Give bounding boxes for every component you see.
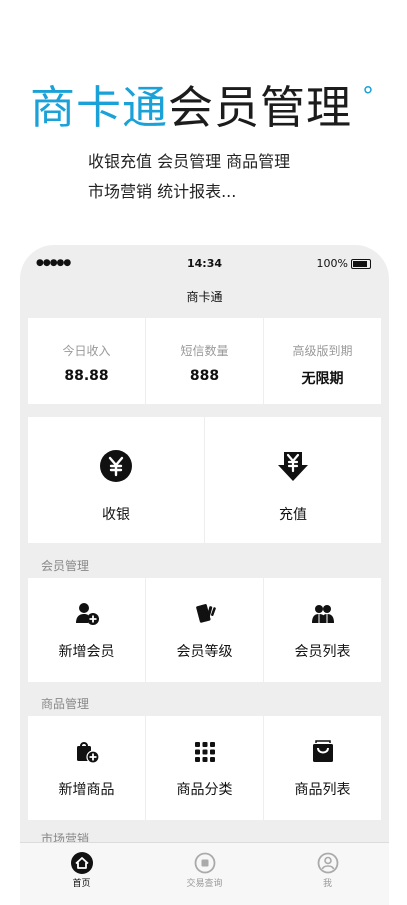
stat-value: 888 — [189, 368, 220, 384]
users-icon — [311, 605, 334, 623]
status-bar: ●●●●● 14:34 100% — [20, 257, 389, 273]
headline-rest: 会员管理 — [168, 81, 353, 134]
home-icon — [70, 852, 93, 874]
member-list-label: 会员列表 — [294, 644, 351, 660]
cashier-button[interactable]: 收银 — [28, 417, 204, 543]
battery-status: 100% — [317, 257, 371, 270]
box-icon — [312, 740, 333, 762]
tagline-1: 收银充值 会员管理 商品管理 — [88, 152, 291, 171]
main-actions: 收银 充值 — [28, 417, 381, 543]
add-goods-button[interactable]: 新增商品 — [28, 716, 145, 820]
add-member-button[interactable]: 新增会员 — [28, 578, 145, 682]
stat-expiry[interactable]: 高级版到期 无限期 — [264, 318, 381, 404]
stat-income[interactable]: 今日收入 88.88 — [28, 318, 145, 404]
stat-value: 无限期 — [301, 371, 344, 387]
add-bag-icon — [76, 742, 99, 764]
member-level-label: 会员等级 — [176, 644, 233, 660]
battery-percent: 100% — [316, 257, 348, 270]
profile-icon — [317, 852, 338, 874]
stat-label: 短信数量 — [180, 344, 229, 358]
tab-me[interactable]: 我 — [266, 843, 389, 905]
yen-down-arrow-icon — [278, 452, 308, 481]
cashier-label: 收银 — [102, 507, 130, 523]
stats-row: 今日收入 88.88 短信数量 888 高级版到期 无限期 — [28, 318, 381, 404]
tab-bar: 首页 交易查询 我 — [20, 842, 389, 905]
yen-circle-icon — [100, 450, 132, 482]
promo-headline: 商卡通会员管理 ° — [30, 78, 390, 138]
add-member-label: 新增会员 — [58, 644, 115, 660]
stat-sms[interactable]: 短信数量 888 — [146, 318, 263, 404]
goods-row: 新增商品 商品分类 商品列表 — [28, 716, 381, 820]
tagline-2: 市场营销 统计报表... — [88, 182, 237, 201]
stat-label: 高级版到期 — [292, 344, 353, 358]
nav-title: 商卡通 — [186, 290, 223, 304]
goods-category-button[interactable]: 商品分类 — [146, 716, 263, 820]
grid-icon — [194, 742, 215, 762]
degree-mark: ° — [362, 82, 375, 110]
cards-icon — [195, 604, 216, 623]
member-list-button[interactable]: 会员列表 — [264, 578, 381, 682]
record-icon — [194, 852, 215, 874]
stat-label: 今日收入 — [62, 344, 111, 358]
recharge-button[interactable]: 充值 — [205, 417, 381, 543]
add-goods-label: 新增商品 — [58, 782, 115, 798]
recharge-label: 充值 — [279, 507, 307, 523]
tab-transactions[interactable]: 交易查询 — [143, 843, 266, 905]
add-user-icon — [75, 603, 99, 625]
member-level-button[interactable]: 会员等级 — [146, 578, 263, 682]
battery-icon — [351, 258, 371, 269]
phone-frame: ●●●●● 14:34 100% 商卡通 今日收入 88.88 短信数量 888… — [20, 245, 389, 905]
stat-value: 88.88 — [64, 368, 109, 384]
member-row: 新增会员 会员等级 会员列表 — [28, 578, 381, 682]
goods-category-label: 商品分类 — [176, 782, 233, 798]
goods-list-label: 商品列表 — [294, 782, 351, 798]
brand-name: 商卡通 — [30, 81, 169, 134]
section-member: 会员管理 — [41, 559, 90, 573]
goods-list-button[interactable]: 商品列表 — [264, 716, 381, 820]
tab-home[interactable]: 首页 — [20, 843, 143, 905]
section-goods: 商品管理 — [41, 697, 90, 711]
